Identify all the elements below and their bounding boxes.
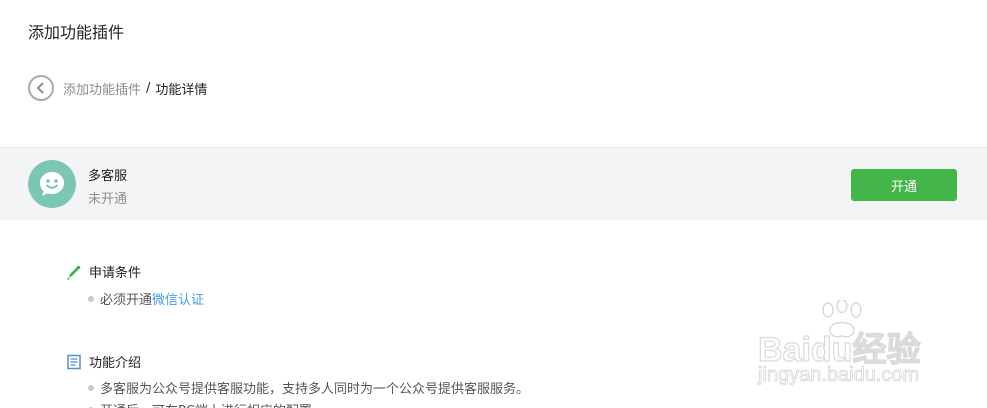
intro-item: 开通后，可在PC端上进行相应的配置 [88, 400, 312, 408]
plugin-status: 未开通 [88, 192, 128, 207]
section-intro-title: 功能介绍 [66, 352, 141, 371]
plugin-name: 多客服 [88, 169, 128, 184]
baidu-jingyan-watermark: Baidu经验 jingyan.baidu.com [756, 300, 956, 400]
chevron-left-icon [37, 82, 44, 94]
breadcrumb-separator: / [146, 80, 151, 96]
requirement-text: 必须开通 [100, 293, 153, 308]
watermark-url: jingyan.baidu.com [758, 364, 920, 387]
page-title: 添加功能插件 [28, 23, 125, 42]
intro-text: 开通后，可在PC端上进行相应的配置 [100, 400, 312, 408]
plugin-header: 多客服 未开通 开通 [0, 147, 987, 220]
intro-item: 多客服为公众号提供客服功能，支持多人同时为一个公众号提供客服服务。 [88, 378, 529, 397]
section-requirements-title: 申请条件 [66, 262, 141, 281]
breadcrumb-parent-link[interactable]: 添加功能插件 [63, 79, 141, 98]
wechat-certification-link[interactable]: 微信认证 [152, 289, 204, 308]
back-button[interactable] [28, 75, 54, 101]
breadcrumb-current: 功能详情 [155, 82, 208, 98]
enable-button[interactable]: 开通 [851, 169, 957, 201]
smile-chat-icon [40, 172, 64, 196]
document-icon [66, 354, 82, 370]
breadcrumb: 添加功能插件 / 功能详情 [28, 75, 207, 101]
plugin-avatar [28, 160, 76, 208]
section-requirements-label: 申请条件 [89, 266, 142, 281]
section-intro-label: 功能介绍 [89, 356, 142, 371]
bullet-dot [88, 384, 94, 391]
requirement-item: 必须开通 微信认证 [88, 289, 204, 308]
pen-icon [66, 264, 82, 280]
intro-text: 多客服为公众号提供客服功能，支持多人同时为一个公众号提供客服服务。 [100, 382, 530, 397]
bullet-dot [88, 295, 94, 302]
